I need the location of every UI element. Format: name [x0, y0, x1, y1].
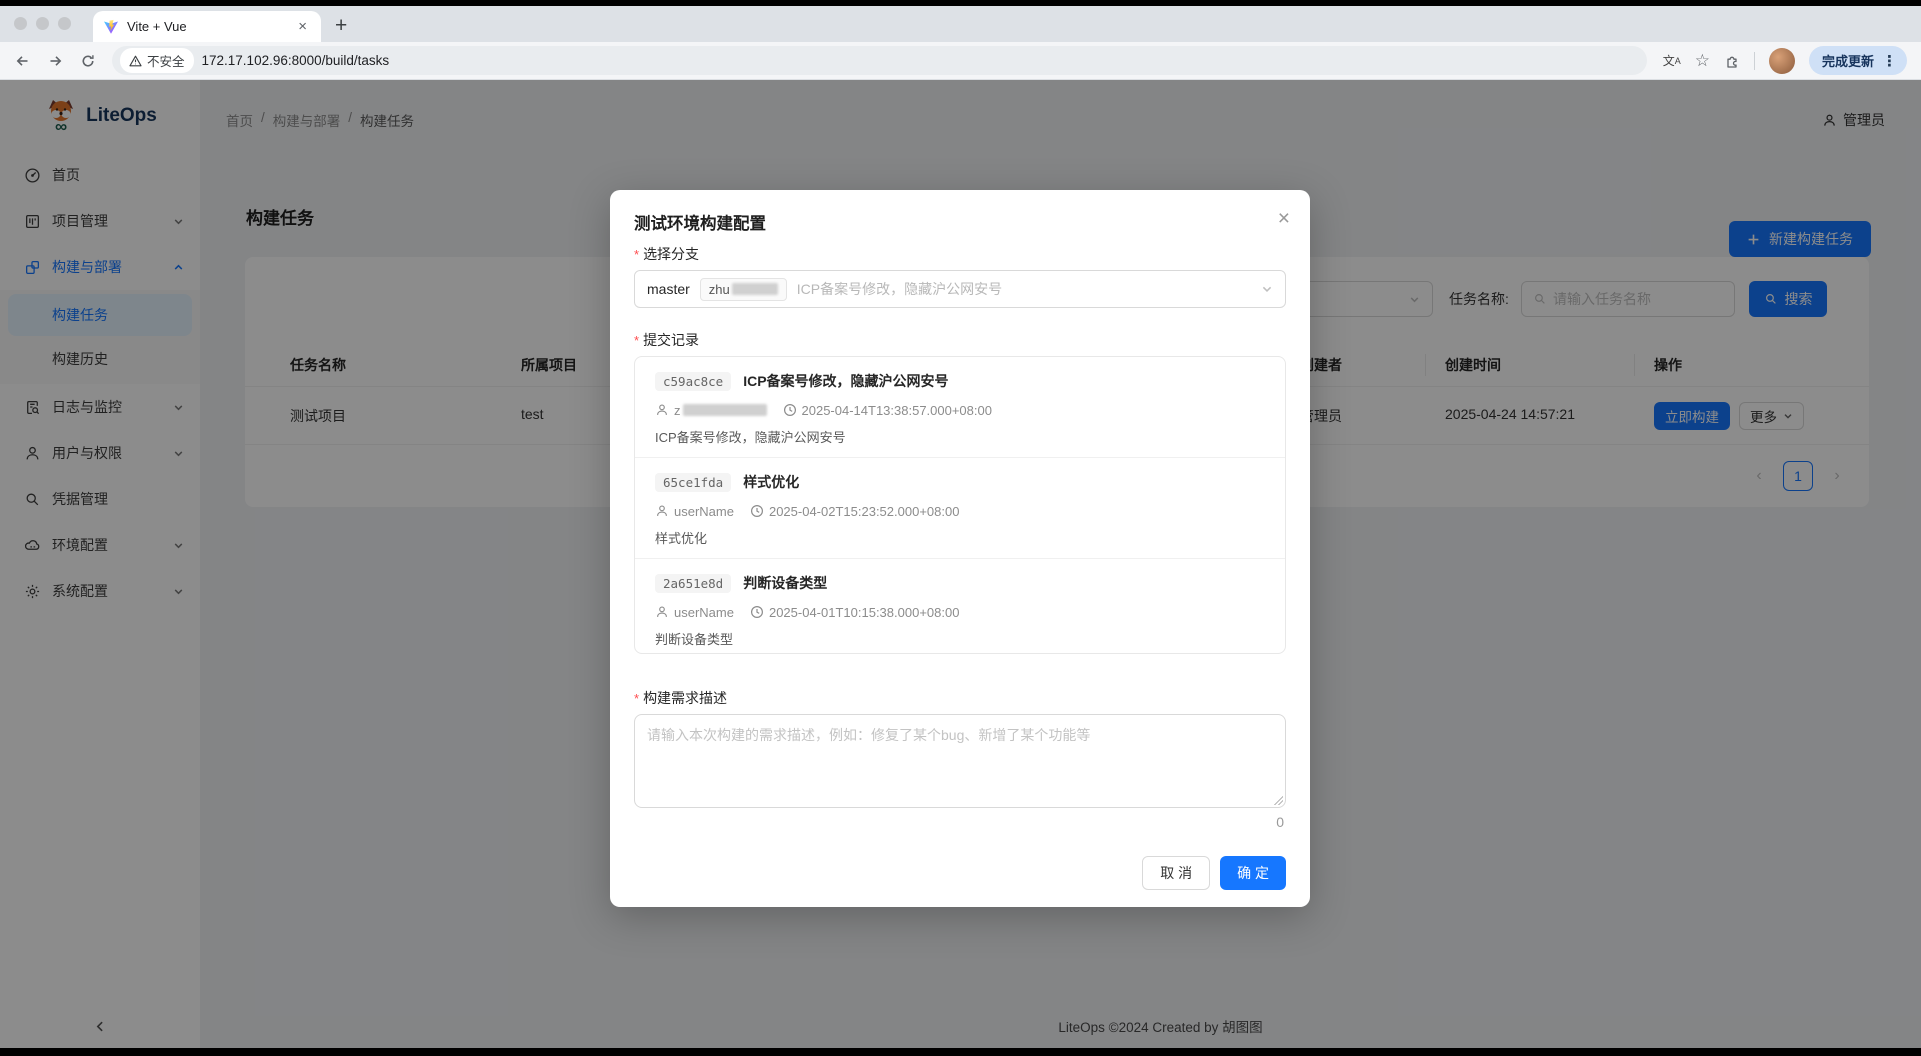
required-mark: *: [634, 691, 639, 706]
commit-title: ICP备案号修改，隐藏沪公网安号: [743, 371, 948, 391]
modal-footer: 取 消 确 定: [1142, 856, 1286, 890]
security-chip[interactable]: 不安全: [120, 48, 194, 73]
branch-select[interactable]: master zhu ICP备案号修改，隐藏沪公网安号: [634, 270, 1286, 308]
commit-meta: userName 2025-04-01T10:15:38.000+08:00: [655, 603, 1265, 621]
required-mark: *: [634, 247, 639, 262]
branch-selected-value: master: [647, 281, 690, 297]
close-icon[interactable]: ×: [1274, 204, 1294, 233]
star-icon[interactable]: ☆: [1695, 51, 1710, 71]
redacted-text: [683, 404, 767, 416]
commit-item[interactable]: 65ce1fda 样式优化 userName 2025-04-02T15:23:…: [635, 458, 1285, 559]
update-browser-label: 完成更新: [1822, 51, 1874, 70]
branch-author-tag: zhu: [700, 278, 787, 301]
commit-time: 2025-04-14T13:38:57.000+08:00: [802, 403, 992, 418]
branch-label: * 选择分支: [634, 244, 699, 264]
window-close-button[interactable]: [14, 17, 27, 30]
commit-author: userName: [674, 605, 734, 620]
commit-message: ICP备案号修改，隐藏沪公网安号: [655, 427, 1265, 445]
description-textarea[interactable]: [634, 714, 1286, 808]
chevron-down-icon: [1261, 283, 1273, 295]
person-icon: [655, 403, 669, 417]
resize-handle[interactable]: [1273, 795, 1283, 805]
back-icon[interactable]: [14, 53, 31, 69]
commits-label: * 提交记录: [634, 330, 699, 350]
url-text: 172.17.102.96:8000/build/tasks: [202, 53, 390, 68]
forward-icon[interactable]: [47, 53, 64, 69]
commit-time: 2025-04-01T10:15:38.000+08:00: [769, 605, 959, 620]
branch-label-text: 选择分支: [643, 246, 699, 262]
clock-icon: [783, 403, 797, 417]
new-tab-button[interactable]: +: [335, 15, 347, 36]
commit-author: userName: [674, 504, 734, 519]
commit-list: c59ac8ce ICP备案号修改，隐藏沪公网安号 z 2025-04-14T1…: [634, 356, 1286, 654]
description-label-text: 构建需求描述: [643, 690, 727, 706]
screen-top-strip: [0, 0, 1921, 6]
cancel-button[interactable]: 取 消: [1142, 856, 1210, 890]
window-zoom-button[interactable]: [58, 17, 71, 30]
reload-icon[interactable]: [80, 53, 96, 69]
vite-favicon: [103, 19, 119, 35]
security-chip-label: 不安全: [147, 51, 185, 70]
extensions-icon[interactable]: [1724, 53, 1740, 69]
commits-label-text: 提交记录: [643, 332, 699, 348]
browser-menu-icon[interactable]: ⋮: [1882, 52, 1897, 70]
clock-icon: [750, 605, 764, 619]
commit-message: 样式优化: [655, 528, 1265, 546]
build-config-modal: 测试环境构建配置 × * 选择分支 master zhu ICP备案号修改，隐藏沪…: [610, 190, 1310, 907]
window-controls: [14, 17, 71, 30]
tab-close-icon[interactable]: ×: [294, 17, 311, 36]
confirm-button[interactable]: 确 定: [1220, 856, 1286, 890]
required-mark: *: [634, 333, 639, 348]
person-icon: [655, 605, 669, 619]
modal-title: 测试环境构建配置: [634, 210, 766, 234]
toolbar-divider: [1754, 52, 1755, 70]
char-counter: 0: [1276, 814, 1284, 830]
commit-meta: z 2025-04-14T13:38:57.000+08:00: [655, 401, 1265, 419]
browser-tab-bar: Vite + Vue × +: [0, 6, 1921, 42]
description-field-wrap: [634, 714, 1286, 808]
window-minimize-button[interactable]: [36, 17, 49, 30]
commit-hash-badge: 65ce1fda: [655, 473, 731, 492]
commit-hash-badge: 2a651e8d: [655, 574, 731, 593]
commit-meta: userName 2025-04-02T15:23:52.000+08:00: [655, 502, 1265, 520]
toolbar-right: 文A ☆ 完成更新 ⋮: [1663, 46, 1907, 75]
browser-toolbar: 不安全 172.17.102.96:8000/build/tasks 文A ☆ …: [0, 42, 1921, 80]
commit-message: 判断设备类型: [655, 629, 1265, 647]
redacted-text: [732, 283, 778, 295]
profile-avatar[interactable]: [1769, 48, 1795, 74]
commit-item[interactable]: 2a651e8d 判断设备类型 userName 2025-04-01T10:1…: [635, 559, 1285, 654]
commit-author: z: [674, 403, 681, 418]
commit-item[interactable]: c59ac8ce ICP备案号修改，隐藏沪公网安号 z 2025-04-14T1…: [635, 357, 1285, 458]
clock-icon: [750, 504, 764, 518]
commit-time: 2025-04-02T15:23:52.000+08:00: [769, 504, 959, 519]
person-icon: [655, 504, 669, 518]
translate-icon[interactable]: 文A: [1663, 52, 1681, 69]
tab-title: Vite + Vue: [127, 19, 294, 34]
update-browser-button[interactable]: 完成更新 ⋮: [1809, 46, 1907, 75]
commit-hash-badge: c59ac8ce: [655, 372, 731, 391]
warning-icon: [129, 55, 142, 67]
branch-description: ICP备案号修改，隐藏沪公网安号: [797, 279, 1251, 299]
browser-tab[interactable]: Vite + Vue ×: [93, 11, 321, 42]
commit-title: 样式优化: [743, 472, 799, 492]
address-bar[interactable]: 不安全 172.17.102.96:8000/build/tasks: [112, 46, 1647, 75]
screen-bottom-strip: [0, 1048, 1921, 1056]
branch-tag-text: zhu: [709, 282, 730, 297]
description-label: * 构建需求描述: [634, 688, 727, 708]
commit-title: 判断设备类型: [743, 573, 827, 593]
